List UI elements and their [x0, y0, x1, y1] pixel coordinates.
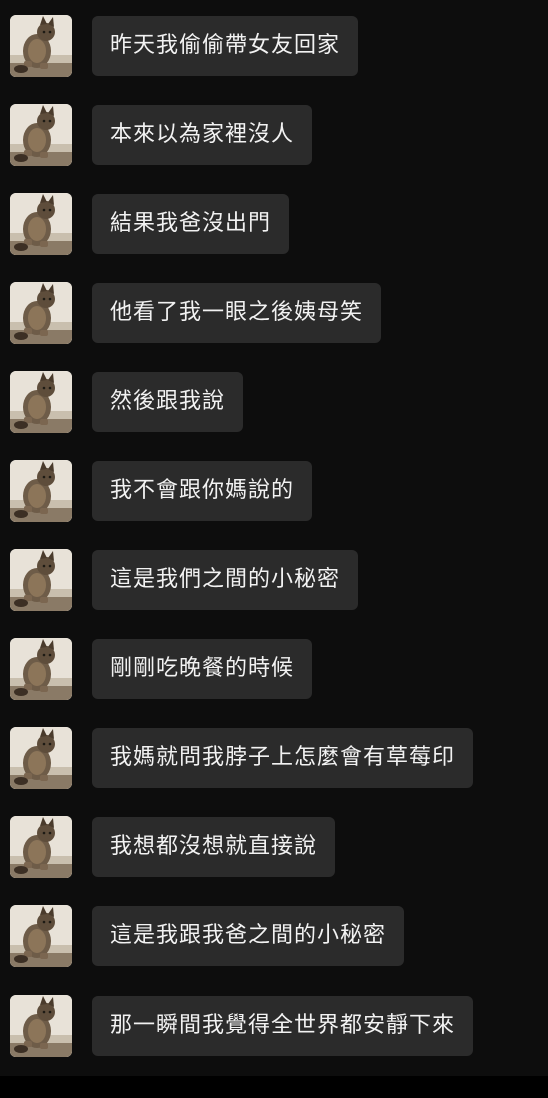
message-bubble[interactable]: 本來以為家裡沒人 [92, 105, 313, 165]
cat-avatar[interactable] [10, 816, 72, 878]
message-row: 那一瞬間我覺得全世界都安靜下來 [0, 995, 548, 1059]
message-bubble[interactable]: 我想都沒想就直接說 [92, 817, 336, 877]
message-row: 我想都沒想就直接說 [0, 816, 548, 880]
cat-avatar-image [10, 282, 72, 344]
bottom-bar [0, 1076, 548, 1098]
message-row: 然後跟我說 [0, 371, 548, 435]
message-bubble[interactable]: 我不會跟你媽說的 [92, 461, 313, 521]
cat-avatar-image [10, 905, 72, 967]
message-row: 本來以為家裡沒人 [0, 104, 548, 168]
message-row: 昨天我偷偷帶女友回家 [0, 15, 548, 79]
message-row: 這是我們之間的小秘密 [0, 549, 548, 613]
message-row: 這是我跟我爸之間的小秘密 [0, 905, 548, 969]
message-row: 我不會跟你媽說的 [0, 460, 548, 524]
cat-avatar-image [10, 15, 72, 77]
cat-avatar[interactable] [10, 15, 72, 77]
message-row: 剛剛吃晚餐的時候 [0, 638, 548, 702]
cat-avatar-image [10, 549, 72, 611]
cat-avatar[interactable] [10, 371, 72, 433]
message-bubble[interactable]: 他看了我一眼之後姨母笑 [92, 283, 382, 343]
message-bubble[interactable]: 這是我跟我爸之間的小秘密 [92, 906, 405, 966]
cat-avatar[interactable] [10, 193, 72, 255]
message-bubble[interactable]: 我媽就問我脖子上怎麼會有草莓印 [92, 728, 474, 788]
message-bubble[interactable]: 那一瞬間我覺得全世界都安靜下來 [92, 996, 474, 1056]
message-bubble[interactable]: 然後跟我說 [92, 372, 244, 432]
cat-avatar[interactable] [10, 460, 72, 522]
chat-thread: 昨天我偷偷帶女友回家 本來以為家裡沒人 結果我爸沒出門 他看了我一眼之後姨母笑 … [0, 0, 548, 1076]
cat-avatar-image [10, 727, 72, 789]
message-bubble[interactable]: 結果我爸沒出門 [92, 194, 290, 254]
cat-avatar-image [10, 371, 72, 433]
message-row: 我媽就問我脖子上怎麼會有草莓印 [0, 727, 548, 791]
cat-avatar-image [10, 995, 72, 1057]
cat-avatar-image [10, 816, 72, 878]
message-bubble[interactable]: 這是我們之間的小秘密 [92, 550, 359, 610]
cat-avatar[interactable] [10, 905, 72, 967]
message-bubble[interactable]: 剛剛吃晚餐的時候 [92, 639, 313, 699]
cat-avatar[interactable] [10, 638, 72, 700]
cat-avatar-image [10, 638, 72, 700]
cat-avatar[interactable] [10, 104, 72, 166]
cat-avatar-image [10, 460, 72, 522]
message-bubble[interactable]: 昨天我偷偷帶女友回家 [92, 16, 359, 76]
cat-avatar[interactable] [10, 995, 72, 1057]
cat-avatar[interactable] [10, 282, 72, 344]
message-row: 他看了我一眼之後姨母笑 [0, 282, 548, 346]
cat-avatar-image [10, 104, 72, 166]
cat-avatar-image [10, 193, 72, 255]
cat-avatar[interactable] [10, 549, 72, 611]
cat-avatar[interactable] [10, 727, 72, 789]
message-row: 結果我爸沒出門 [0, 193, 548, 257]
